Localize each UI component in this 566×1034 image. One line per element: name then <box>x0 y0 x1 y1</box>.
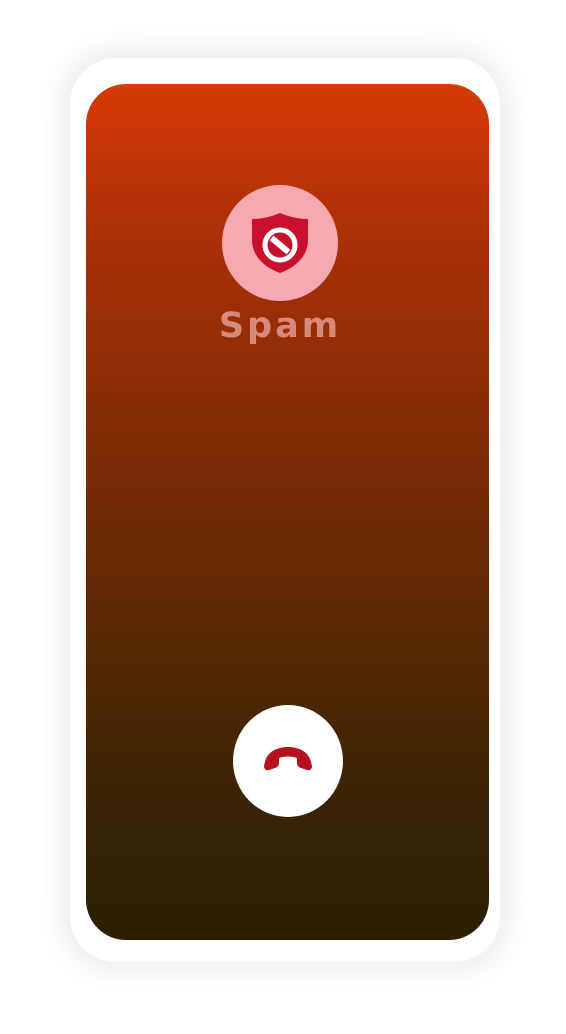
caller-avatar <box>222 185 338 301</box>
stage: Spam <box>0 0 566 1034</box>
call-screen: Spam <box>86 84 489 940</box>
caller-name-label: Spam <box>218 306 342 346</box>
spam-shield-icon <box>252 213 308 273</box>
end-call-button[interactable] <box>233 705 343 817</box>
end-call-phone-icon <box>264 747 312 771</box>
